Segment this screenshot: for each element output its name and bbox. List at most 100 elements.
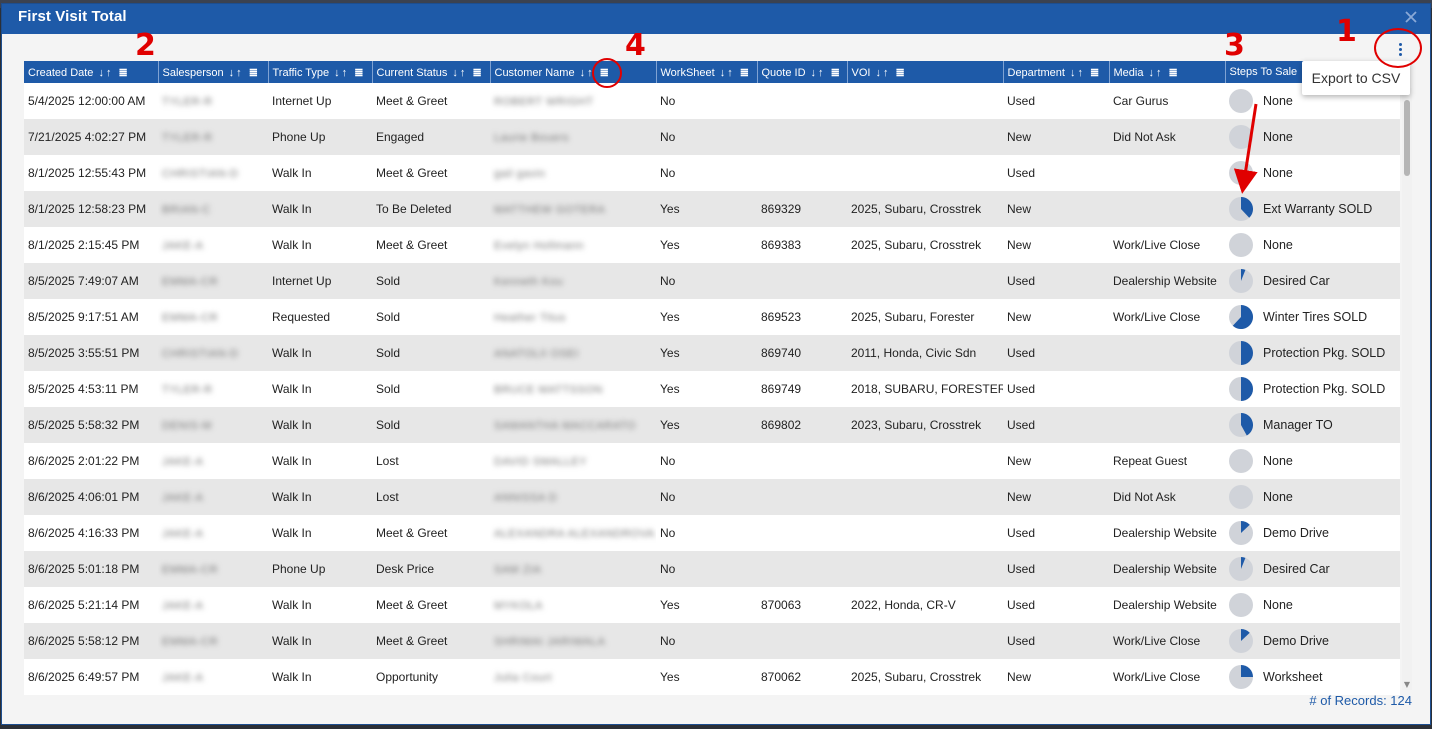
column-header-label: Steps To Sale: [1229, 66, 1298, 78]
table-row[interactable]: 8/6/2025 5:58:12 PM EMMA-CR Walk In Meet & …: [24, 623, 1400, 659]
cell-steps-to-sale: None: [1225, 155, 1400, 191]
cell-status: Engaged: [372, 119, 490, 155]
table-row[interactable]: 8/6/2025 6:49:57 PM JAKE-A Walk In Opportun…: [24, 659, 1400, 695]
export-csv-menu-item[interactable]: Export to CSV: [1312, 70, 1401, 86]
table-row[interactable]: 8/5/2025 3:55:51 PM CHRISTIAN-D Walk In Sol…: [24, 335, 1400, 371]
cell-date: 8/6/2025 6:49:57 PM: [24, 659, 158, 695]
cell-status: Sold: [372, 407, 490, 443]
cell-media: Repeat Guest: [1109, 443, 1225, 479]
cell-voi: 2025, Subaru, Crosstrek: [847, 227, 1003, 263]
table-row[interactable]: 7/21/2025 4:02:27 PM TYLER-R Phone Up Engag…: [24, 119, 1400, 155]
cell-steps-to-sale: Worksheet: [1225, 659, 1400, 695]
sort-icon[interactable]: ↓↑: [1070, 67, 1085, 79]
table-row[interactable]: 8/6/2025 4:16:33 PM JAKE-A Walk In Meet & G…: [24, 515, 1400, 551]
filter-icon[interactable]: ≣: [735, 67, 751, 79]
cell-worksheet: Yes: [656, 371, 757, 407]
cell-worksheet: Yes: [656, 587, 757, 623]
annotation-circle-menu: [1374, 28, 1422, 68]
cell-steps-to-sale: Demo Drive: [1225, 623, 1400, 659]
table-row[interactable]: 8/5/2025 9:17:51 AM EMMA-CR Requested Sold H…: [24, 299, 1400, 335]
column-header[interactable]: VOI ↓↑ ≣: [847, 61, 1004, 83]
cell-traffic: Internet Up: [268, 83, 372, 119]
table-row[interactable]: 8/5/2025 7:49:07 AM EMMA-CR Internet Up Sol…: [24, 263, 1400, 299]
column-header[interactable]: Quote ID ↓↑ ≣: [757, 61, 848, 83]
filter-icon[interactable]: ≣: [349, 67, 365, 79]
cell-customer: SAM ZIA: [490, 551, 656, 587]
cell-quote: [757, 551, 847, 587]
column-header[interactable]: Media ↓↑ ≣: [1109, 61, 1226, 83]
vertical-scrollbar[interactable]: ▼: [1402, 88, 1412, 690]
filter-icon[interactable]: ≣: [1163, 67, 1179, 79]
cell-quote: 870063: [757, 587, 847, 623]
cell-quote: [757, 443, 847, 479]
filter-icon[interactable]: ≣: [1085, 67, 1101, 79]
column-header[interactable]: Created Date ↓↑ ≣: [24, 61, 159, 83]
progress-pie-icon: [1229, 485, 1253, 509]
cell-customer: ANATOLII OSEI: [490, 335, 656, 371]
progress-pie-icon: [1229, 377, 1253, 401]
sort-icon[interactable]: ↓↑: [334, 67, 349, 79]
sort-icon[interactable]: ↓↑: [811, 67, 826, 79]
sort-icon[interactable]: ↓↑: [875, 67, 890, 79]
table-row[interactable]: 8/5/2025 4:53:11 PM TYLER-R Walk In Sold BRU…: [24, 371, 1400, 407]
table-row[interactable]: 8/1/2025 12:58:23 PM BRIAN-C Walk In To Be …: [24, 191, 1400, 227]
column-header[interactable]: Current Status ↓↑ ≣: [372, 61, 491, 83]
sort-icon[interactable]: ↓↑: [229, 67, 244, 79]
table-row[interactable]: 8/6/2025 5:01:18 PM EMMA-CR Phone Up Desk P…: [24, 551, 1400, 587]
cell-voi: [847, 443, 1003, 479]
table-row[interactable]: 5/4/2025 12:00:00 AM TYLER-R Internet Up Me…: [24, 83, 1400, 119]
scroll-down-arrow-icon[interactable]: ▼: [1402, 680, 1412, 690]
table-row[interactable]: 8/6/2025 4:06:01 PM JAKE-A Walk In Lost ANNI…: [24, 479, 1400, 515]
table-body: 5/4/2025 12:00:00 AM TYLER-R Internet Up Me…: [24, 83, 1400, 695]
cell-traffic: Walk In: [268, 227, 372, 263]
column-header[interactable]: Traffic Type ↓↑ ≣: [268, 61, 373, 83]
redacted-salesperson: CHRISTIAN-D: [162, 168, 239, 180]
column-header[interactable]: Customer Name ↓↑ ≣: [490, 61, 657, 83]
table-row[interactable]: 8/5/2025 5:58:32 PM DENIS-M Walk In Sold SAM…: [24, 407, 1400, 443]
table-row[interactable]: 8/6/2025 2:01:22 PM JAKE-A Walk In Lost DAVI…: [24, 443, 1400, 479]
step-label: Winter Tires SOLD: [1263, 310, 1368, 324]
cell-dept: New: [1003, 299, 1109, 335]
table-row[interactable]: 8/6/2025 5:21:14 PM JAKE-A Walk In Meet & G…: [24, 587, 1400, 623]
sort-icon[interactable]: ↓↑: [452, 67, 467, 79]
filter-icon[interactable]: ≣: [467, 67, 483, 79]
scroll-thumb[interactable]: [1404, 100, 1410, 176]
sort-icon[interactable]: ↓↑: [1148, 67, 1163, 79]
step-label: None: [1263, 238, 1293, 252]
annotation-number-1: 1: [1336, 14, 1357, 49]
redacted-salesperson: JAKE-A: [162, 240, 204, 252]
cell-voi: [847, 515, 1003, 551]
filter-icon[interactable]: ≣: [826, 67, 842, 79]
cell-status: Lost: [372, 443, 490, 479]
cell-traffic: Walk In: [268, 623, 372, 659]
close-icon[interactable]: [1404, 10, 1418, 24]
cell-salesperson: EMMA-CR: [158, 551, 268, 587]
redacted-salesperson: BRIAN-C: [162, 204, 211, 216]
redacted-salesperson: EMMA-CR: [162, 636, 219, 648]
column-header-label: VOI: [851, 66, 871, 79]
table-row[interactable]: 8/1/2025 12:55:43 PM CHRISTIAN-D Walk In Me…: [24, 155, 1400, 191]
column-header[interactable]: Salesperson ↓↑ ≣: [158, 61, 269, 83]
filter-icon[interactable]: ≣: [890, 67, 906, 79]
cell-status: Sold: [372, 263, 490, 299]
column-header[interactable]: WorkSheet ↓↑ ≣: [656, 61, 758, 83]
cell-worksheet: Yes: [656, 659, 757, 695]
table-row[interactable]: 8/1/2025 2:15:45 PM JAKE-A Walk In Meet & G…: [24, 227, 1400, 263]
cell-traffic: Phone Up: [268, 551, 372, 587]
cell-dept: Used: [1003, 551, 1109, 587]
filter-icon[interactable]: ≣: [113, 67, 129, 79]
first-visit-dialog: First Visit Total Created Date ↓↑ ≣ Salesp…: [1, 3, 1431, 725]
progress-pie-icon: [1229, 269, 1253, 293]
cell-quote: 869329: [757, 191, 847, 227]
sort-icon[interactable]: ↓↑: [720, 67, 735, 79]
cell-salesperson: TYLER-R: [158, 83, 268, 119]
filter-icon[interactable]: ≣: [244, 67, 260, 79]
sort-icon[interactable]: ↓↑: [98, 67, 113, 79]
redacted-customer: Laurie Bouers: [494, 132, 569, 144]
cell-steps-to-sale: None: [1225, 587, 1400, 623]
column-header[interactable]: Department ↓↑ ≣: [1003, 61, 1110, 83]
cell-steps-to-sale: Desired Car: [1225, 263, 1400, 299]
cell-quote: [757, 263, 847, 299]
cell-quote: [757, 515, 847, 551]
cell-customer: Julia Court: [490, 659, 656, 695]
